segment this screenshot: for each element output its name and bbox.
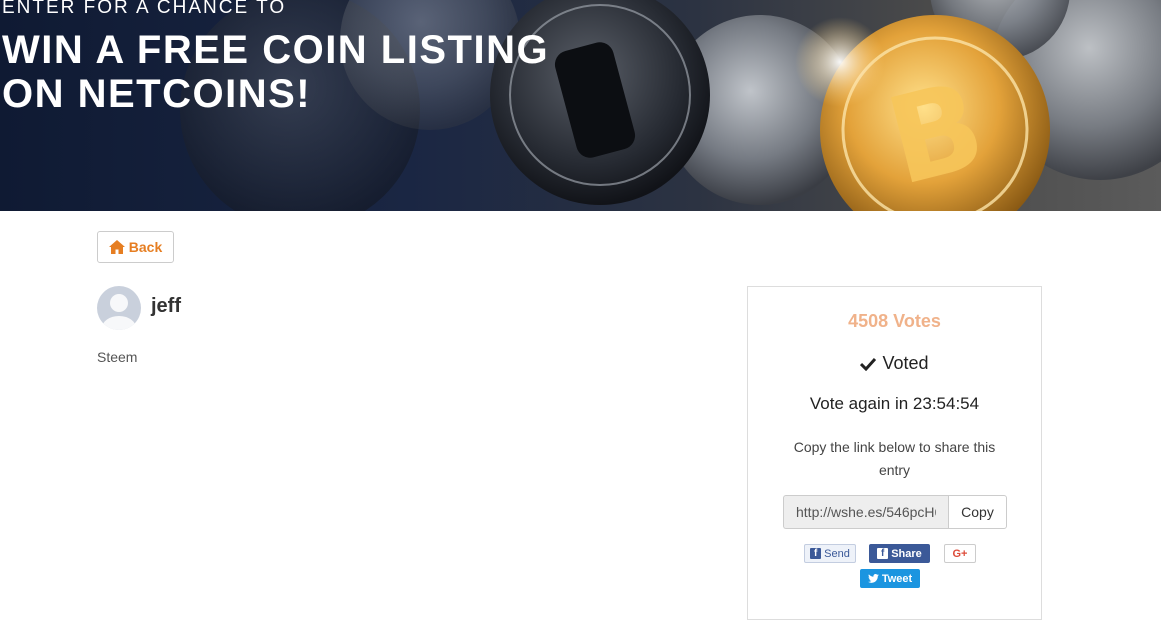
voted-status: Voted [748,353,1041,374]
vote-panel: 4508 Votes Voted Vote again in 23:54:54 … [747,286,1042,620]
facebook-icon: f [810,548,822,559]
banner-title: WIN A FREE COIN LISTING ON NETCOINS! [2,28,549,116]
facebook-send-label: Send [824,547,850,560]
google-plus-button[interactable]: G+ [944,544,976,563]
back-label: Back [128,239,163,255]
twitter-bird-icon [867,574,879,583]
voted-label: Voted [882,353,929,373]
entry-name: jeff [151,295,181,317]
facebook-share-label: Share [891,547,922,560]
share-link-input[interactable] [783,495,948,529]
hero-banner: B ENTER FOR A CHANCE TO WIN A FREE COIN … [0,0,1161,211]
facebook-share-button[interactable]: f Share [869,544,930,563]
banner-title-line1: WIN A FREE COIN LISTING [2,28,550,72]
back-button[interactable]: Back [97,231,174,263]
facebook-send-button[interactable]: f Send [804,544,856,563]
user-silhouette-icon [102,294,136,330]
tweet-label: Tweet [881,572,913,585]
banner-title-line2: ON NETCOINS! [2,72,312,116]
facebook-icon: f [877,548,889,559]
share-prompt: Copy the link below to share this entry [793,439,996,478]
tweet-button[interactable]: Tweet [860,569,920,588]
home-icon [108,240,125,254]
vote-count: 4508 Votes [848,311,941,331]
copy-button[interactable]: Copy [948,495,1007,529]
banner-kicker: ENTER FOR A CHANCE TO [2,0,287,18]
vote-again-timer: Vote again in 23:54:54 [809,394,980,413]
avatar [97,286,141,330]
google-plus-label: G+ [952,547,968,560]
share-link-group: Copy [783,495,1007,529]
entry-description: Steem [97,349,138,365]
checkmark-icon [860,357,877,371]
